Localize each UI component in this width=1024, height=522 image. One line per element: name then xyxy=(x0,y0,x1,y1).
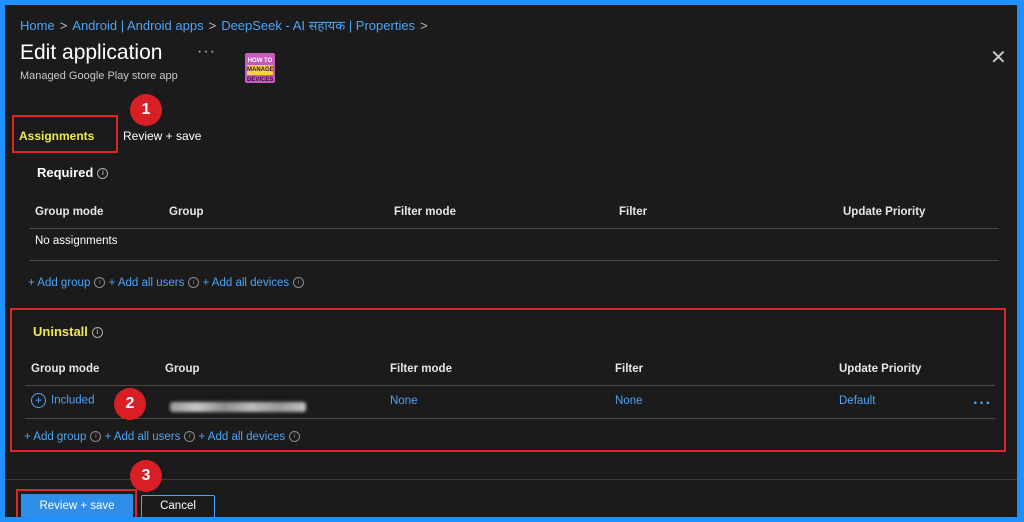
page-subtitle: Managed Google Play store app xyxy=(20,70,178,82)
required-section-title: Required i xyxy=(37,165,109,180)
annotation-badge-1: 1 xyxy=(130,94,162,126)
info-icon[interactable]: i xyxy=(293,277,305,289)
info-icon[interactable]: i xyxy=(94,277,106,289)
col-group-mode: Group mode xyxy=(35,206,104,218)
col-filter-mode: Filter mode xyxy=(394,206,456,218)
add-all-users-link[interactable]: + Add all users xyxy=(105,431,181,443)
no-assignments-text: No assignments xyxy=(35,235,118,247)
divider xyxy=(29,260,999,261)
breadcrumb-home[interactable]: Home xyxy=(20,18,55,33)
divider xyxy=(25,418,995,419)
col-update-priority: Update Priority xyxy=(843,206,926,218)
row-more-icon[interactable]: ··· xyxy=(973,395,992,413)
filter-value[interactable]: None xyxy=(615,395,643,407)
group-mode-included[interactable]: + Included xyxy=(31,393,94,408)
close-icon[interactable]: ✕ xyxy=(990,45,1007,70)
annotation-badge-2: 2 xyxy=(114,388,146,420)
add-all-users-link[interactable]: + Add all users xyxy=(109,277,185,289)
info-icon[interactable]: i xyxy=(184,431,196,443)
watermark-logo: HOW TO MANAGE DEVICES xyxy=(245,53,275,83)
col-group: Group xyxy=(165,363,200,375)
breadcrumb-android-apps[interactable]: Android | Android apps xyxy=(72,18,203,33)
chevron-right-icon: > xyxy=(420,18,428,33)
tab-review-save[interactable]: Review + save xyxy=(123,129,201,143)
col-update-priority: Update Priority xyxy=(839,363,922,375)
col-group: Group xyxy=(169,206,204,218)
add-all-devices-link[interactable]: + Add all devices xyxy=(203,277,290,289)
logo-text-bottom: MANAGE DEVICES xyxy=(247,65,274,83)
annotation-badge-3: 3 xyxy=(130,460,162,492)
divider xyxy=(25,385,995,386)
info-icon[interactable]: i xyxy=(90,431,102,443)
breadcrumb: Home > Android | Android apps > DeepSeek - A… xyxy=(20,16,433,34)
add-group-link[interactable]: + Add group xyxy=(28,277,90,289)
add-all-devices-link[interactable]: + Add all devices xyxy=(199,431,286,443)
redacted-group-name xyxy=(170,402,306,412)
required-title-text: Required xyxy=(37,165,94,180)
col-group-mode: Group mode xyxy=(31,363,100,375)
filter-mode-value[interactable]: None xyxy=(390,395,418,407)
required-add-row: + Add group i + Add all users i + Add all … xyxy=(28,277,305,289)
uninstall-section-title: Uninstall i xyxy=(33,324,103,339)
cancel-button[interactable]: Cancel xyxy=(141,495,215,517)
chevron-right-icon: > xyxy=(208,18,217,33)
chevron-right-icon: > xyxy=(59,18,68,33)
update-priority-value[interactable]: Default xyxy=(839,395,875,407)
divider xyxy=(29,228,999,229)
plus-circle-icon: + xyxy=(31,393,46,408)
col-filter: Filter xyxy=(619,206,648,218)
more-options-icon[interactable]: ··· xyxy=(197,43,216,61)
uninstall-title-text: Uninstall xyxy=(33,324,88,339)
info-icon[interactable]: i xyxy=(289,431,301,443)
logo-text-top: HOW TO xyxy=(247,58,273,64)
uninstall-add-row: + Add group i + Add all users i + Add all … xyxy=(24,431,301,443)
info-icon[interactable]: i xyxy=(97,168,109,180)
included-label: Included xyxy=(51,394,95,407)
col-filter: Filter xyxy=(615,363,644,375)
info-icon[interactable]: i xyxy=(188,277,200,289)
col-filter-mode: Filter mode xyxy=(390,363,452,375)
edit-application-panel: Home > Android | Android apps > DeepSeek - A… xyxy=(5,5,1017,517)
add-group-link[interactable]: + Add group xyxy=(24,431,86,443)
info-icon[interactable]: i xyxy=(91,327,103,339)
annotation-box-assignments xyxy=(12,115,118,153)
breadcrumb-app-properties[interactable]: DeepSeek - AI सहायक | Properties xyxy=(221,18,415,33)
review-save-button[interactable]: Review + save xyxy=(21,494,133,517)
page-title: Edit application xyxy=(20,41,163,64)
